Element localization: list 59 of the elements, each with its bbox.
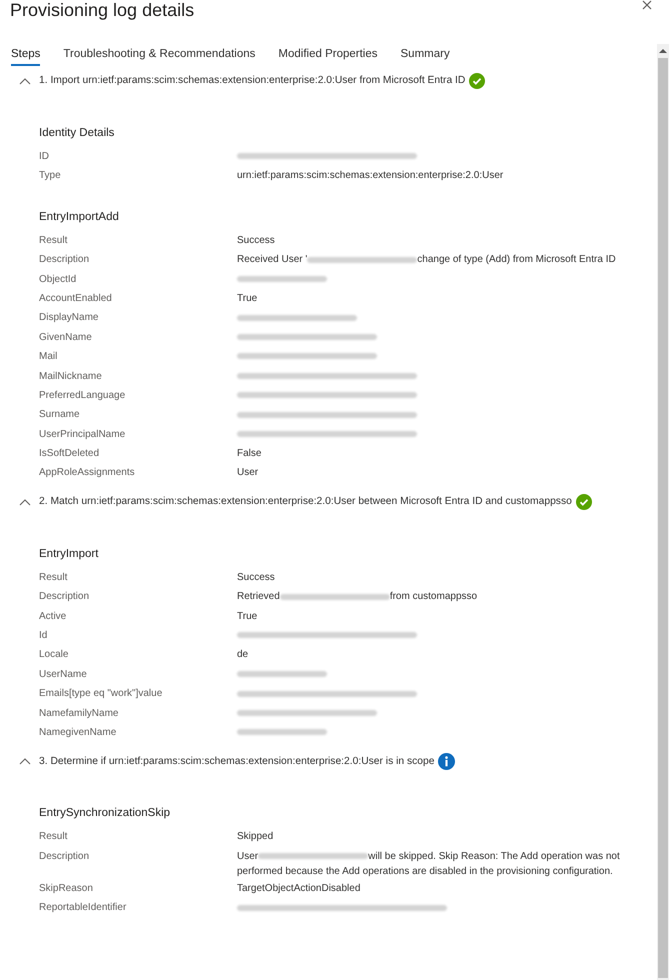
field-value: True — [237, 292, 258, 304]
section-heading: Identity Details — [39, 126, 116, 141]
field-value: Received User ' change of type (Add) from Microsoft Entra ID — [237, 253, 617, 268]
field-label: Description — [39, 590, 90, 604]
field-value: Retrieved from customappsso — [237, 590, 478, 604]
field-label: Result — [39, 570, 68, 585]
field-value: urn:ietf:params:scim:schemas:extension:enterprise:2.0:User — [237, 170, 504, 182]
field-label: Description — [39, 850, 90, 864]
chevron-up-icon[interactable] — [19, 496, 31, 507]
chevron-up-icon[interactable] — [19, 756, 31, 766]
field-label: DisplayName — [39, 311, 100, 326]
field-label: Mail — [39, 350, 58, 364]
field-label: Emails[type eq "work"]value — [39, 687, 164, 702]
field-value: Skipped — [237, 831, 274, 842]
field-label: UserPrincipalName — [39, 428, 126, 442]
field-value: User — [237, 467, 258, 478]
field-label: Result — [39, 830, 68, 844]
field-label: MailNickname — [39, 370, 103, 384]
tab[interactable]: Summary — [400, 44, 450, 66]
field-label: Result — [39, 234, 68, 248]
field-label: Active — [39, 610, 68, 624]
scroll-up-icon[interactable] — [659, 47, 667, 55]
field-value: User will be skipped. Skip Reason: The Add operation was not performed because the Add operations are disabled in the provisioning configuration. — [237, 850, 621, 879]
field-label: UserName — [39, 668, 88, 682]
step-title: 3. Determine if urn:ietf:params:scim:schemas:extension:enterprise:2.0:User is in scope — [39, 754, 434, 769]
window-title: Provisioning log details — [10, 0, 194, 20]
field-label: Locale — [39, 648, 70, 662]
field-value: TargetObjectActionDisabled — [237, 882, 360, 894]
field-label: NamefamilyName — [39, 706, 120, 721]
field-value: Success — [237, 572, 275, 583]
field-value: de — [237, 649, 248, 660]
field-label: GivenName — [39, 330, 93, 345]
step-title: 2. Match urn:ietf:params:scim:schemas:extension:enterprise:2.0:User between Microsoft Entra ID and customappsso — [39, 495, 572, 510]
field-label: AccountEnabled — [39, 292, 113, 306]
field-label: Description — [39, 253, 90, 268]
field-label: ID — [39, 150, 50, 164]
field-label: NamegivenName — [39, 726, 118, 740]
chevron-up-icon[interactable] — [19, 76, 31, 86]
section-heading: EntryImportAdd — [39, 210, 120, 225]
tab[interactable]: Steps — [11, 44, 40, 66]
field-label: PreferredLanguage — [39, 388, 126, 403]
field-value: Success — [237, 234, 275, 246]
section-heading: EntryImport — [39, 546, 100, 562]
field-label: Surname — [39, 408, 81, 422]
field-value: True — [237, 610, 258, 622]
field-label: Id — [39, 629, 48, 644]
step-title: 1. Import urn:ietf:params:scim:schemas:extension:enterprise:2.0:User from Microsoft Entra ID — [39, 74, 466, 88]
field-label: Type — [39, 169, 62, 184]
tab[interactable]: Modified Properties — [278, 44, 378, 66]
field-label: IsSoftDeleted — [39, 447, 100, 462]
field-label: SkipReason — [39, 882, 94, 896]
scrollbar[interactable] — [657, 44, 669, 980]
field-label: AppRoleAssignments — [39, 466, 136, 480]
field-label: ReportableIdentifier — [39, 901, 128, 916]
section-heading: EntrySynchronizationSkip — [39, 806, 172, 822]
tab[interactable]: Troubleshooting & Recommendations — [63, 44, 256, 66]
field-label: ObjectId — [39, 272, 78, 287]
close-icon[interactable] — [642, 0, 652, 10]
field-value: False — [237, 448, 262, 460]
